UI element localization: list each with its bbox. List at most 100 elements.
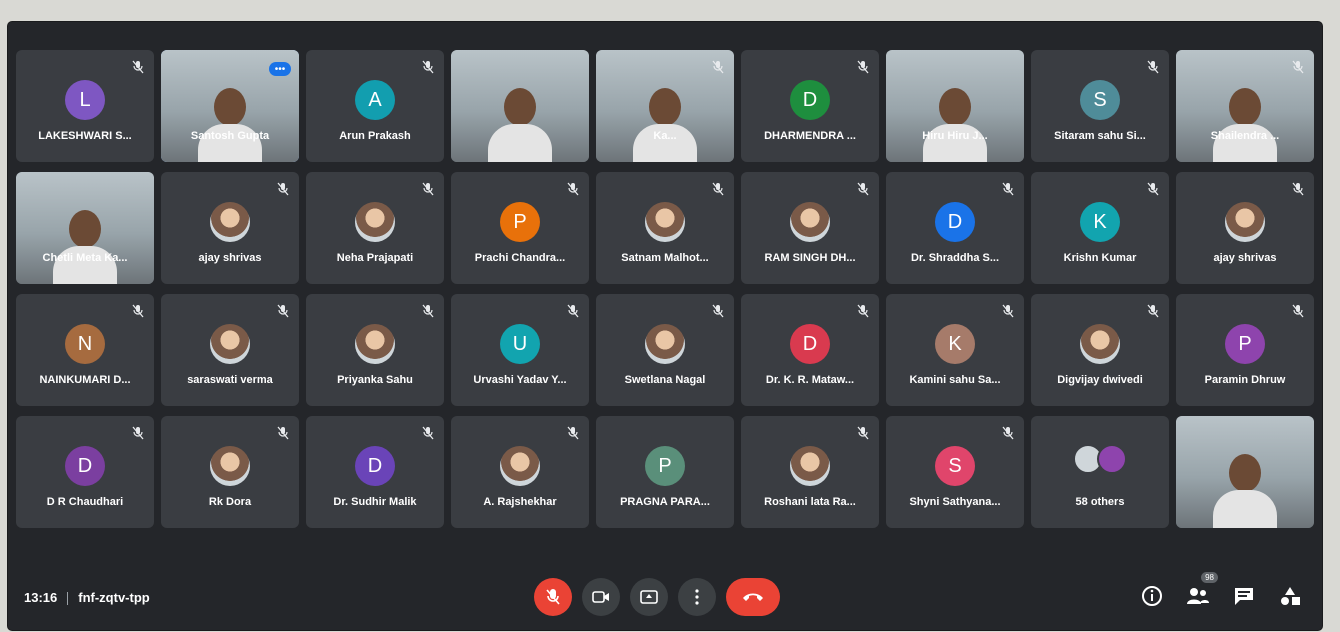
mic-off-icon xyxy=(277,426,289,440)
avatar-photo xyxy=(645,202,685,242)
speaking-indicator: ••• xyxy=(269,62,291,76)
participant-tile[interactable]: Satnam Malhot... xyxy=(596,172,734,284)
participant-tile[interactable]: D Dr. Shraddha S... xyxy=(886,172,1024,284)
avatar: D xyxy=(355,446,395,486)
participant-name: Shyni Sathyana... xyxy=(909,496,1001,508)
avatar-photo xyxy=(500,446,540,486)
participant-tile[interactable]: N NAINKUMARI D... xyxy=(16,294,154,406)
avatar-photo xyxy=(210,324,250,364)
participant-tile[interactable] xyxy=(1176,416,1314,528)
meeting-info: 13:16 fnf-zqtv-tpp xyxy=(24,590,150,606)
participant-tile[interactable]: S Shyni Sathyana... xyxy=(886,416,1024,528)
participant-name: Priyanka Sahu xyxy=(337,374,413,386)
participant-video-figure xyxy=(923,88,987,162)
mic-off-icon xyxy=(712,60,724,74)
avatar: D xyxy=(790,324,830,364)
mic-off-icon xyxy=(712,182,724,196)
participant-tile[interactable]: Shailendra ... xyxy=(1176,50,1314,162)
mic-off-icon xyxy=(567,304,579,318)
side-controls: 98 xyxy=(1120,572,1304,610)
microphone-toggle-button[interactable] xyxy=(534,578,572,616)
participant-tile[interactable] xyxy=(451,50,589,162)
avatar: P xyxy=(1225,324,1265,364)
mic-off-icon xyxy=(1292,60,1304,74)
participant-name: saraswati verma xyxy=(187,374,273,386)
people-button[interactable]: 98 xyxy=(1184,572,1218,610)
meeting-window: L LAKESHWARI S... Santosh Gupta ••• A Arun Pr… xyxy=(8,22,1322,630)
avatar: D xyxy=(790,80,830,120)
participant-name: Urvashi Yadav Y... xyxy=(473,374,567,386)
participant-tile[interactable]: L LAKESHWARI S... xyxy=(16,50,154,162)
avatar-photo xyxy=(790,446,830,486)
participant-tile[interactable]: Rk Dora xyxy=(161,416,299,528)
avatar: D xyxy=(65,446,105,486)
activities-button[interactable] xyxy=(1276,582,1304,610)
participant-tile[interactable]: Neha Prajapati xyxy=(306,172,444,284)
participant-name: PRAGNA PARA... xyxy=(620,496,710,508)
participant-tile[interactable]: ajay shrivas xyxy=(1176,172,1314,284)
camera-toggle-button[interactable] xyxy=(582,578,620,616)
participant-video-figure xyxy=(198,88,262,162)
divider xyxy=(67,592,69,606)
more-vert-icon xyxy=(695,589,699,605)
avatar: N xyxy=(65,324,105,364)
participant-tile[interactable]: D DHARMENDRA ... xyxy=(741,50,879,162)
participant-tile[interactable]: RAM SINGH DH... xyxy=(741,172,879,284)
present-screen-button[interactable] xyxy=(630,578,668,616)
participant-tile[interactable]: P Prachi Chandra... xyxy=(451,172,589,284)
mic-off-icon xyxy=(546,589,560,605)
participant-tile[interactable]: K Kamini sahu Sa... xyxy=(886,294,1024,406)
participant-video-figure xyxy=(633,88,697,162)
participant-tile[interactable]: Roshani lata Ra... xyxy=(741,416,879,528)
participant-tile[interactable]: Priyanka Sahu xyxy=(306,294,444,406)
participant-tile[interactable]: Chetli Meta Ka... xyxy=(16,172,154,284)
participant-tile[interactable]: U Urvashi Yadav Y... xyxy=(451,294,589,406)
meeting-time: 13:16 xyxy=(24,590,58,605)
participant-tile[interactable]: D Dr. K. R. Mataw... xyxy=(741,294,879,406)
participant-name: Santosh Gupta xyxy=(190,130,270,142)
participant-name: Krishn Kumar xyxy=(1063,252,1137,264)
participant-name: Arun Prakash xyxy=(339,130,411,142)
chat-button[interactable] xyxy=(1230,582,1258,610)
mic-off-icon xyxy=(1147,60,1159,74)
avatar: P xyxy=(645,446,685,486)
participant-name: A. Rajshekhar xyxy=(483,496,557,508)
avatar: U xyxy=(500,324,540,364)
participant-tile[interactable]: Digvijay dwivedi xyxy=(1031,294,1169,406)
camera-icon xyxy=(592,591,609,603)
avatar: S xyxy=(1080,80,1120,120)
leave-call-button[interactable] xyxy=(726,578,780,616)
participant-tile[interactable]: D Dr. Sudhir Malik xyxy=(306,416,444,528)
mic-off-icon xyxy=(1147,182,1159,196)
participant-tile[interactable]: P PRAGNA PARA... xyxy=(596,416,734,528)
participant-name: Paramin Dhruw xyxy=(1204,374,1286,386)
participant-tile[interactable]: Hiru Hiru J... xyxy=(886,50,1024,162)
mic-off-icon xyxy=(422,60,434,74)
participant-tile[interactable]: K Krishn Kumar xyxy=(1031,172,1169,284)
avatar: D xyxy=(935,202,975,242)
participant-tile[interactable]: saraswati verma xyxy=(161,294,299,406)
participant-tile[interactable]: ajay shrivas xyxy=(161,172,299,284)
participant-tile[interactable]: A Arun Prakash xyxy=(306,50,444,162)
participant-name: Dr. K. R. Mataw... xyxy=(765,374,855,386)
avatar-photo xyxy=(355,324,395,364)
participant-tile[interactable]: D D R Chaudhari xyxy=(16,416,154,528)
participant-name: Dr. Shraddha S... xyxy=(910,252,1000,264)
participant-tile[interactable]: S Sitaram sahu Si... xyxy=(1031,50,1169,162)
mic-off-icon xyxy=(1147,304,1159,318)
participant-name: Chetli Meta Ka... xyxy=(42,252,128,264)
meeting-details-button[interactable] xyxy=(1138,582,1166,610)
participant-tile[interactable]: A. Rajshekhar xyxy=(451,416,589,528)
more-options-button[interactable] xyxy=(678,578,716,616)
people-icon xyxy=(1187,588,1209,604)
participant-tile[interactable]: Santosh Gupta ••• xyxy=(161,50,299,162)
participant-tile[interactable]: P Paramin Dhruw xyxy=(1176,294,1314,406)
avatar-photo xyxy=(1080,324,1120,364)
participant-name: Digvijay dwivedi xyxy=(1057,374,1143,386)
mic-off-icon xyxy=(132,426,144,440)
participant-tile[interactable]: 58 others xyxy=(1031,416,1169,528)
participant-video-figure xyxy=(488,88,552,162)
participant-tile[interactable]: Ka... xyxy=(596,50,734,162)
participant-tile[interactable]: Swetlana Nagal xyxy=(596,294,734,406)
avatar: K xyxy=(1080,202,1120,242)
